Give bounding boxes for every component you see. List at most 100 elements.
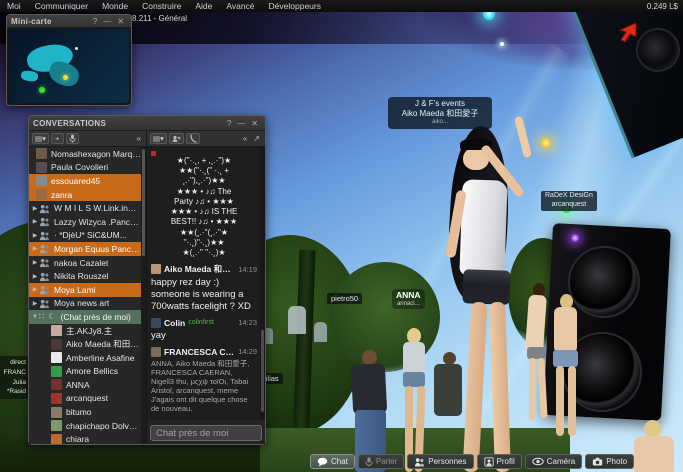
message-timestamp: 14:19 bbox=[238, 265, 257, 274]
collapse-chat-button[interactable]: « bbox=[241, 134, 249, 143]
minimap-window[interactable]: Mini-carte ? — ✕ bbox=[6, 14, 132, 106]
conversation-row[interactable]: chapichapo Dolvalle bbox=[29, 419, 141, 433]
conversation-row[interactable]: Paula Covolieri bbox=[29, 161, 141, 175]
minimize-button[interactable]: — bbox=[234, 119, 248, 128]
avatar bbox=[36, 162, 47, 173]
conversation-row[interactable]: Amberline Asafine bbox=[29, 351, 141, 365]
conversation-row[interactable]: zanra bbox=[29, 188, 141, 202]
conversation-name: chiara bbox=[66, 434, 89, 444]
conversation-row[interactable]: Aiko Maeda 和田愛子 bbox=[29, 337, 141, 351]
collapsed-arrow-icon[interactable]: ▶ bbox=[31, 245, 39, 252]
conversation-row[interactable]: bitumo bbox=[29, 405, 141, 419]
currency-balance[interactable]: 0.249 L$ bbox=[647, 2, 683, 11]
message-author[interactable]: Aiko Maeda 和田... bbox=[164, 263, 235, 275]
toast-text: direct bbox=[0, 358, 26, 368]
minimap-avatar-dot bbox=[75, 47, 78, 50]
menu-item[interactable]: Communiquer bbox=[28, 1, 95, 11]
add-conversation-button[interactable]: + bbox=[51, 133, 64, 144]
collapsed-arrow-icon[interactable]: ▶ bbox=[31, 300, 39, 307]
conversation-name: Aiko Maeda 和田愛子 bbox=[66, 338, 141, 350]
avatar-nametag-arcanquest: RaDeX DesiGn arcanquest bbox=[541, 191, 597, 211]
close-button[interactable]: ✕ bbox=[114, 17, 127, 26]
minimap-self-dot bbox=[63, 75, 68, 80]
menu-item[interactable]: Avancé bbox=[219, 1, 261, 11]
collapsed-arrow-icon[interactable]: ▶ bbox=[31, 273, 39, 280]
conversation-row[interactable]: ▶· *DjèU* SiC&UM... bbox=[29, 229, 141, 243]
expanded-arrow-icon[interactable]: ▼ bbox=[31, 314, 39, 320]
minimap-canvas[interactable] bbox=[9, 29, 129, 103]
conversation-row[interactable]: ANNA bbox=[29, 378, 141, 392]
menu-item[interactable]: Construire bbox=[135, 1, 188, 11]
collapsed-arrow-icon[interactable]: ▶ bbox=[31, 218, 39, 225]
collapsed-arrow-icon[interactable]: ▶ bbox=[31, 259, 39, 266]
minimize-button[interactable]: — bbox=[100, 17, 114, 26]
conversation-name: 主.AKJy8.主 bbox=[66, 325, 112, 337]
conversation-row[interactable]: ▼∷ ☾(Chat près de moi) bbox=[29, 310, 141, 324]
photo-button[interactable]: Photo bbox=[585, 454, 634, 469]
message-avatar bbox=[151, 318, 161, 328]
chat-input[interactable] bbox=[150, 425, 262, 441]
avatar-main-shorts bbox=[462, 269, 510, 305]
chat-scrollbar[interactable] bbox=[260, 147, 265, 420]
conversation-row[interactable]: ▶Moya news art bbox=[29, 297, 141, 311]
avatar-girl3-leg bbox=[556, 366, 564, 436]
conversation-row[interactable]: ▶ Lazzy Wizyca .Pancra... bbox=[29, 215, 141, 229]
avatar bbox=[51, 366, 62, 377]
collapsed-arrow-icon[interactable]: ▶ bbox=[31, 205, 39, 212]
conversation-list-pane: ▤▾ + « Nomashexagon MarquettePaula Covol… bbox=[29, 131, 147, 444]
collapse-list-button[interactable]: « bbox=[135, 134, 143, 143]
conversation-row[interactable]: Nomashexagon Marquette bbox=[29, 147, 141, 161]
conversations-titlebar[interactable]: CONVERSATIONS ? — ✕ bbox=[29, 116, 265, 131]
conversation-row[interactable]: ▶Morgan Equus Pancra... bbox=[29, 242, 141, 256]
conversation-row[interactable]: essouared45 bbox=[29, 174, 141, 188]
voice-call-icon[interactable] bbox=[66, 133, 79, 144]
collapsed-arrow-icon[interactable]: ▶ bbox=[31, 286, 39, 293]
microphone-icon bbox=[365, 457, 373, 467]
avatar bbox=[51, 407, 62, 418]
profil-button[interactable]: Profil bbox=[477, 454, 522, 469]
close-button[interactable]: ✕ bbox=[248, 119, 261, 128]
chat-message: Colincolinfirst14:23yay bbox=[151, 318, 257, 342]
add-person-button[interactable] bbox=[169, 133, 184, 144]
menu-item[interactable]: Monde bbox=[95, 1, 135, 11]
message-timestamp: 14:23 bbox=[238, 318, 257, 327]
group-icon bbox=[39, 203, 50, 214]
conversation-row[interactable]: chiara bbox=[29, 432, 141, 444]
conversation-row[interactable]: arcanquest bbox=[29, 392, 141, 406]
parler-button[interactable]: Parler bbox=[358, 454, 404, 469]
orb-purple bbox=[571, 234, 579, 242]
conversation-row[interactable]: 主.AKJy8.主 bbox=[29, 324, 141, 338]
toolbar-button-label: Chat bbox=[331, 457, 348, 466]
chat-button[interactable]: Chat bbox=[310, 454, 355, 469]
help-button[interactable]: ? bbox=[90, 17, 100, 26]
chat-message-area[interactable]: ★(''·.¸, + ,¸.·'')★ ★★(''·.¸('' ·.¸ + ¸.… bbox=[147, 147, 265, 420]
group-icon bbox=[39, 284, 50, 295]
caméra-button[interactable]: Caméra bbox=[525, 454, 582, 469]
conversation-row[interactable]: ▶nakoa Cazalet bbox=[29, 256, 141, 270]
conversation-row[interactable]: Amore Bellics bbox=[29, 365, 141, 379]
sort-menu-button[interactable]: ▤▾ bbox=[150, 133, 167, 144]
conversation-row[interactable]: ▶Nikita Rouszel bbox=[29, 269, 141, 283]
minimap-titlebar[interactable]: Mini-carte ? — ✕ bbox=[7, 15, 131, 28]
group-icon bbox=[39, 243, 50, 254]
expand-chat-icon[interactable]: ↗ bbox=[251, 134, 262, 143]
menu-item[interactable]: Aide bbox=[188, 1, 219, 11]
message-author[interactable]: Colin bbox=[164, 318, 185, 328]
call-icon[interactable] bbox=[186, 133, 200, 144]
collapsed-arrow-icon[interactable]: ▶ bbox=[31, 232, 39, 239]
toolbar-button-label: Photo bbox=[606, 457, 627, 466]
group-icon bbox=[39, 298, 50, 309]
message-text: ANNA, Aiko Maeda 和田愛子, FRANCESCA CAERAN,… bbox=[151, 359, 257, 413]
conversations-window[interactable]: CONVERSATIONS ? — ✕ ▤▾ + « Nomashexa bbox=[28, 115, 266, 445]
people-icon bbox=[414, 457, 425, 467]
conversation-name: Lazzy Wizyca .Pancra... bbox=[54, 217, 141, 227]
sort-menu-button[interactable]: ▤▾ bbox=[32, 133, 49, 144]
list-scrollbar[interactable] bbox=[141, 147, 146, 444]
personnes-button[interactable]: Personnes bbox=[407, 454, 473, 469]
conversation-row[interactable]: ▶Moya Lami bbox=[29, 283, 141, 297]
conversation-row[interactable]: ▶W M I L S W.Link.india... bbox=[29, 201, 141, 215]
help-button[interactable]: ? bbox=[224, 119, 234, 128]
menu-item[interactable]: Moi bbox=[0, 1, 28, 11]
menu-item[interactable]: Développeurs bbox=[262, 1, 328, 11]
message-author[interactable]: FRANCESCA CAE... bbox=[164, 347, 235, 357]
